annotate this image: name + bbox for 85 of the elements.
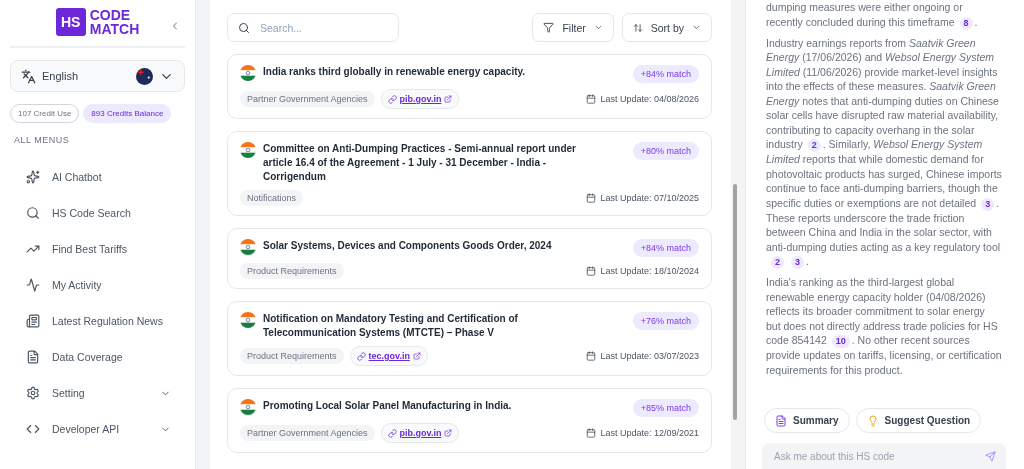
result-card[interactable]: India ranks third globally in renewable energy capacity. +84% match Partner Government Agencies pib.gov.in Last Update: 04/08/2026 [227, 54, 712, 119]
india-flag-icon [240, 65, 256, 81]
credit-badge: 893 Credits Balance [83, 104, 172, 123]
match-badge: +84% match [632, 239, 699, 257]
document-icon [775, 414, 787, 427]
scrollbar-thumb[interactable] [733, 184, 737, 420]
sort-button[interactable]: Sort by [621, 13, 712, 42]
result-title: Committee on Anti-Dumping Practices - Semi-annual report under article 16.4 of the Agreement - 1 July - 31 December - India - Corrigendum [263, 142, 577, 184]
citation-link[interactable]: 2 [771, 256, 784, 269]
filter-icon [543, 22, 555, 33]
citation-link[interactable]: 3 [981, 197, 995, 211]
link-icon [387, 94, 397, 104]
citation-link[interactable]: 8 [959, 16, 973, 30]
link-icon [387, 428, 397, 438]
match-badge: +85% match [632, 399, 699, 417]
calendar-icon [586, 94, 597, 104]
result-card[interactable]: Solar Systems, Devices and Components Goods Order, 2024 +84% match Product Requirements Last Update: 18/10/2024 [227, 228, 712, 289]
result-title: Solar Systems, Devices and Components Goods Order, 2024 [263, 239, 553, 253]
citation-link[interactable]: 2 [807, 139, 821, 152]
external-link-icon [412, 352, 421, 360]
last-update-date: Last Update: 03/07/2023 [586, 351, 699, 361]
last-update-date: Last Update: 18/10/2024 [586, 266, 699, 276]
sidebar-item[interactable]: Developer API [10, 411, 185, 447]
category-tag: Product Requirements [240, 348, 344, 364]
source-link[interactable]: tec.gov.in [349, 346, 428, 366]
citation-link[interactable]: 10 [831, 335, 850, 348]
calendar-icon [586, 428, 597, 438]
language-selector[interactable]: English [10, 60, 185, 92]
lightbulb-icon [866, 414, 879, 427]
last-update-date: Last Update: 04/08/2026 [586, 94, 699, 104]
answer-paragraph: Industry earnings reports from Saatvik Green Energy (17/06/2026) and Websol Energy System Limited (11/06/2026) provide market-level insights into the effects of these measures. Saatvik Green Energy notes that anti-dumping duties on Chinese solar cells have disrupted raw material availability, contributing to capacity overhang in the solar industry 2 . Similarly, Websol Energy System Limited reports that while domestic demand for photovoltaic products has surged, Chinese imports continue to face anti-dumping barriers, though the specific duties or exemptions are not detailed 3 . These reports underscore the trade friction between China and India in the solar sector, with anti-dumping duties acting as a key regulatory tool 2 3 . [766, 35, 1002, 269]
india-flag-icon [240, 312, 256, 328]
external-link-icon [444, 429, 453, 437]
translate-icon [21, 68, 36, 84]
chat-input[interactable]: Ask me about this HS code [772, 449, 979, 463]
result-title: Notification on Mandatory Testing and Certification of Telecommunication Systems (MTCTE) – Phase V [263, 312, 519, 340]
last-update-date: Last Update: 12/09/2021 [586, 428, 699, 438]
citation-link[interactable]: 3 [791, 256, 805, 269]
source-link[interactable]: pib.gov.in [380, 423, 460, 443]
sidebar-item[interactable]: My Activity [10, 267, 185, 303]
suggest-question-button[interactable]: Suggest Question [855, 408, 982, 433]
search-icon [238, 21, 250, 34]
flag-icon [136, 67, 153, 85]
calendar-icon [586, 193, 597, 203]
category-tag: Partner Government Agencies [240, 425, 375, 441]
source-link[interactable]: pib.gov.in [380, 89, 460, 109]
sidebar-item[interactable]: HS Code Search [10, 195, 185, 231]
chevron-down-icon [593, 23, 603, 32]
search-field[interactable]: Search... [227, 13, 399, 42]
sidebar-item[interactable]: Find Best Tariffs [10, 231, 185, 267]
answer-paragraph: dumping measures were either ongoing or recently concluded during this timeframe 8 . [766, 0, 979, 30]
sidebar-item[interactable]: Latest Regulation News [10, 303, 185, 339]
result-card[interactable]: Promoting Local Solar Panel Manufacturing in India. +85% match Partner Government Agencies pib.gov.in Last Update: 12/09/2021 [227, 388, 712, 453]
india-flag-icon [240, 399, 256, 415]
category-tag: Notifications [240, 190, 304, 206]
link-icon [356, 351, 366, 361]
match-badge: +84% match [632, 65, 699, 83]
result-card[interactable]: Notification on Mandatory Testing and Certification of Telecommunication Systems (MTCTE) – Phase V +76% match Product Requirements tec.gov.in Last Update: 03/07/2023 [227, 301, 712, 376]
summary-button[interactable]: Summary [764, 408, 850, 433]
match-badge: +80% match [632, 142, 699, 160]
logo-mark: HS [55, 8, 86, 36]
category-tag: Product Requirements [240, 263, 344, 279]
result-title: Promoting Local Solar Panel Manufacturing in India. [263, 399, 513, 413]
sidebar-item[interactable]: Data Coverage [10, 339, 185, 375]
menu-section-title: ALL MENUS [14, 135, 71, 145]
sidebar-item[interactable]: Setting [10, 375, 185, 411]
external-link-icon [444, 95, 453, 103]
match-badge: +76% match [632, 312, 699, 330]
answer-paragraph: India's ranking as the third-largest global renewable energy capacity holder (04/08/2026) reflects its broader commitment to solar energy but does not directly address trade policies for HS code 854142 10 . No other recent sources provide updates on tariffs, licensing, or certification requirements for this product. [766, 275, 1002, 377]
send-icon[interactable] [985, 450, 996, 462]
result-card[interactable]: Committee on Anti-Dumping Practices - Semi-annual report under article 16.4 of the Agreement - 1 July - 31 December - India - Corrigendum +80% match Notifications Last Update: 07/10/2025 [227, 131, 712, 216]
calendar-icon [586, 266, 597, 276]
calendar-icon [586, 351, 597, 361]
filter-button[interactable]: Filter [532, 13, 614, 42]
result-title: India ranks third globally in renewable energy capacity. [263, 65, 527, 79]
logo-text: CODE MATCH [89, 8, 140, 36]
last-update-date: Last Update: 07/10/2025 [586, 193, 699, 203]
sidebar-item[interactable]: AI Chatbot [10, 159, 185, 195]
sort-icon [632, 22, 643, 33]
india-flag-icon [240, 142, 256, 158]
chevron-down-icon [692, 23, 701, 32]
category-tag: Partner Government Agencies [240, 91, 375, 107]
india-flag-icon [240, 239, 256, 255]
credit-badge: 107 Credit Use [10, 104, 80, 123]
chat-input-field[interactable]: Ask me about this HS code [762, 443, 1006, 469]
